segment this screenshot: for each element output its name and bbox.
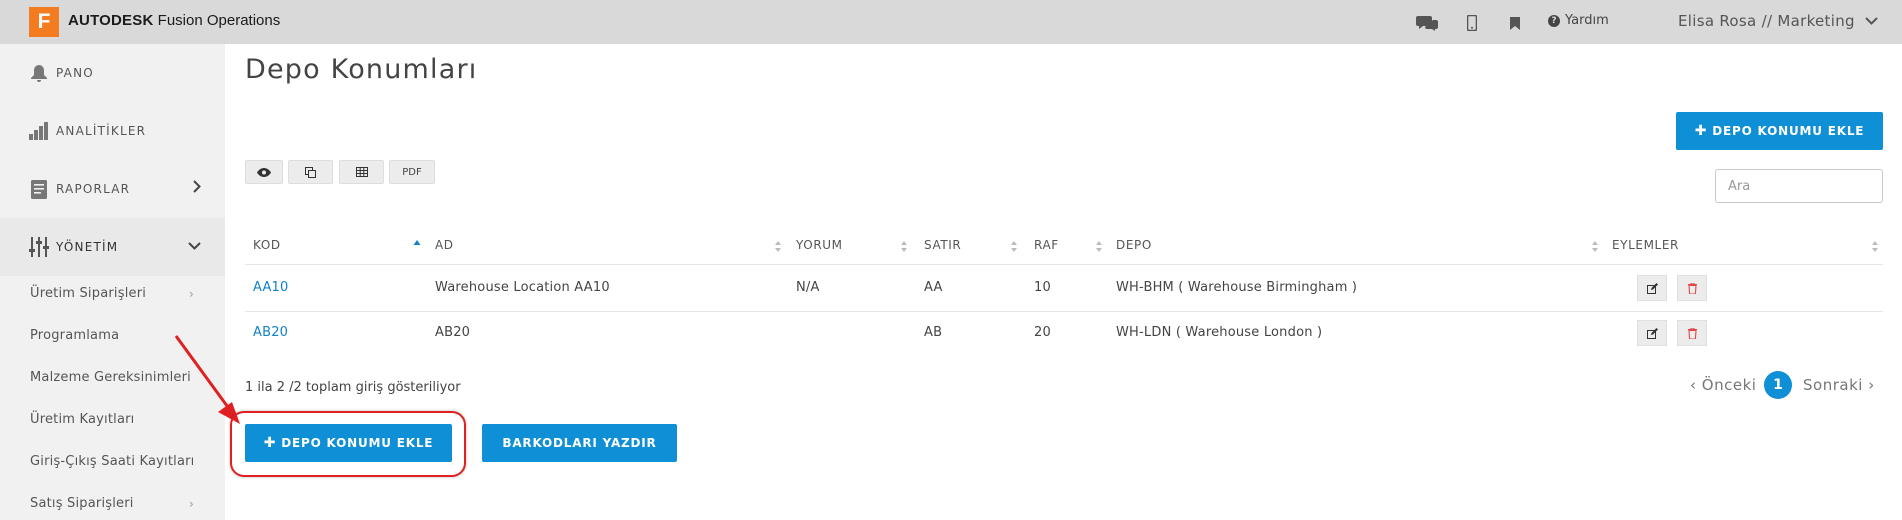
sort-both-icon[interactable] [1010, 238, 1018, 254]
sidebar-subitem-programlama[interactable]: Programlama [30, 328, 119, 343]
chevron-down-icon [1865, 16, 1878, 25]
view-columns-button[interactable] [245, 160, 283, 184]
cell-satir: AB [924, 325, 943, 340]
bell-icon [28, 62, 50, 84]
chevron-right-icon: › [189, 497, 194, 511]
sort-both-icon[interactable] [1591, 238, 1599, 254]
sort-both-icon[interactable] [1871, 238, 1879, 254]
pager-prev-label: Önceki [1701, 376, 1757, 394]
brand-bold: AUTODESK [68, 12, 154, 29]
column-header-ad[interactable]: AD [435, 238, 454, 252]
sidebar-subitem-malzeme[interactable]: Malzeme Gereksinimleri [30, 370, 191, 385]
pager-next-label: Sonraki [1803, 376, 1863, 394]
cell-kod-link[interactable]: AA10 [253, 280, 289, 295]
edit-button[interactable] [1637, 275, 1667, 301]
button-label: DEPO KONUMU EKLE [1712, 124, 1865, 138]
table-divider [245, 264, 1883, 265]
chevron-right-icon: › [189, 287, 194, 301]
pager-next-button[interactable]: Sonraki › [1803, 376, 1875, 394]
report-icon [28, 178, 50, 200]
cell-ad: Warehouse Location AA10 [435, 280, 610, 295]
cell-raf: 20 [1034, 325, 1051, 340]
chevron-down-icon [188, 242, 201, 250]
sidebar-item-pano[interactable]: PANO [0, 44, 225, 102]
sliders-icon [28, 236, 50, 258]
delete-button[interactable] [1677, 275, 1707, 301]
bar-chart-icon [28, 120, 50, 142]
column-header-kod[interactable]: KOD [253, 238, 281, 252]
sidebar-item-analitikler[interactable]: ANALİTİKLER [0, 102, 225, 160]
pager-prev-button[interactable]: ‹ Önceki [1690, 376, 1756, 394]
cell-satir: AA [924, 280, 943, 295]
help-label: Yardım [1565, 13, 1609, 28]
pdf-button[interactable]: PDF [389, 160, 435, 184]
sidebar-subitem-giris-cikis[interactable]: Giriş-Çıkış Saati Kayıtları [30, 454, 194, 469]
sort-both-icon[interactable] [1095, 238, 1103, 254]
search-input[interactable] [1715, 169, 1883, 203]
top-bar: F AUTODESK Fusion Operations ? Yardım El… [0, 0, 1902, 44]
print-barcodes-button[interactable]: BARKODLARI YAZDIR [482, 424, 677, 462]
sidebar-label: YÖNETİM [56, 240, 119, 254]
sidebar-label: RAPORLAR [56, 182, 131, 196]
edit-button[interactable] [1637, 320, 1667, 346]
bookmark-icon[interactable] [1504, 12, 1526, 34]
question-circle-icon: ? [1548, 14, 1560, 27]
sidebar-label: PANO [56, 66, 94, 80]
column-header-eylemler[interactable]: EYLEMLER [1612, 238, 1679, 252]
cell-depo: WH-LDN ( Warehouse London ) [1116, 325, 1323, 340]
delete-button[interactable] [1677, 320, 1707, 346]
help-link[interactable]: ? Yardım [1548, 13, 1609, 28]
sort-asc-icon[interactable] [413, 238, 421, 254]
column-header-yorum[interactable]: YORUM [796, 238, 843, 252]
user-menu[interactable]: Elisa Rosa // Marketing [1678, 12, 1878, 30]
sidebar: PANO ANALİTİKLER RAPORLAR YÖNETİM Üretim… [0, 44, 225, 520]
column-header-raf[interactable]: RAF [1034, 238, 1059, 252]
excel-button[interactable] [339, 160, 384, 184]
cell-depo: WH-BHM ( Warehouse Birmingham ) [1116, 280, 1358, 295]
cell-yorum: N/A [796, 280, 820, 295]
pager-page-1[interactable]: 1 [1764, 371, 1792, 399]
button-label: BARKODLARI YAZDIR [502, 436, 657, 450]
sidebar-subitem-uretim-kayitlari[interactable]: Üretim Kayıtları [30, 412, 134, 427]
copy-button[interactable] [288, 160, 333, 184]
edit-icon [1646, 327, 1658, 339]
column-header-satir[interactable]: SATIR [924, 238, 961, 252]
plus-icon: ✚ [1694, 123, 1708, 139]
trash-icon [1687, 327, 1697, 339]
fusion-logo[interactable]: F [29, 7, 59, 37]
table-icon [355, 167, 368, 177]
cell-kod-link[interactable]: AB20 [253, 325, 288, 340]
table-info: 1 ila 2 /2 toplam giriş gösteriliyor [245, 380, 461, 395]
mobile-icon[interactable] [1461, 12, 1483, 34]
add-location-button-top[interactable]: ✚ DEPO KONUMU EKLE [1676, 112, 1883, 150]
sort-both-icon[interactable] [774, 238, 782, 254]
chevron-right-icon [193, 180, 201, 193]
copy-icon [305, 166, 316, 178]
sidebar-item-yonetim[interactable]: YÖNETİM [0, 218, 225, 276]
sidebar-label: ANALİTİKLER [56, 124, 147, 138]
brand-product: Fusion Operations [157, 12, 281, 29]
edit-icon [1646, 282, 1658, 294]
page-title: Depo Konumları [245, 54, 478, 85]
annotation-highlight [230, 411, 466, 477]
sidebar-item-raporlar[interactable]: RAPORLAR [0, 160, 225, 218]
column-header-depo[interactable]: DEPO [1116, 238, 1152, 252]
cell-ad: AB20 [435, 325, 471, 340]
sort-both-icon[interactable] [900, 238, 908, 254]
sidebar-subitem-satis-siparisleri[interactable]: Satış Siparişleri [30, 496, 134, 511]
table-divider [245, 311, 1883, 312]
user-label: Elisa Rosa // Marketing [1678, 12, 1855, 30]
cell-raf: 10 [1034, 280, 1051, 295]
sidebar-subitem-uretim-siparisleri[interactable]: Üretim Siparişleri [30, 286, 146, 301]
trash-icon [1687, 282, 1697, 294]
eye-icon [257, 167, 271, 177]
chat-icon[interactable] [1416, 12, 1438, 34]
brand-name: AUTODESK Fusion Operations [68, 12, 280, 29]
